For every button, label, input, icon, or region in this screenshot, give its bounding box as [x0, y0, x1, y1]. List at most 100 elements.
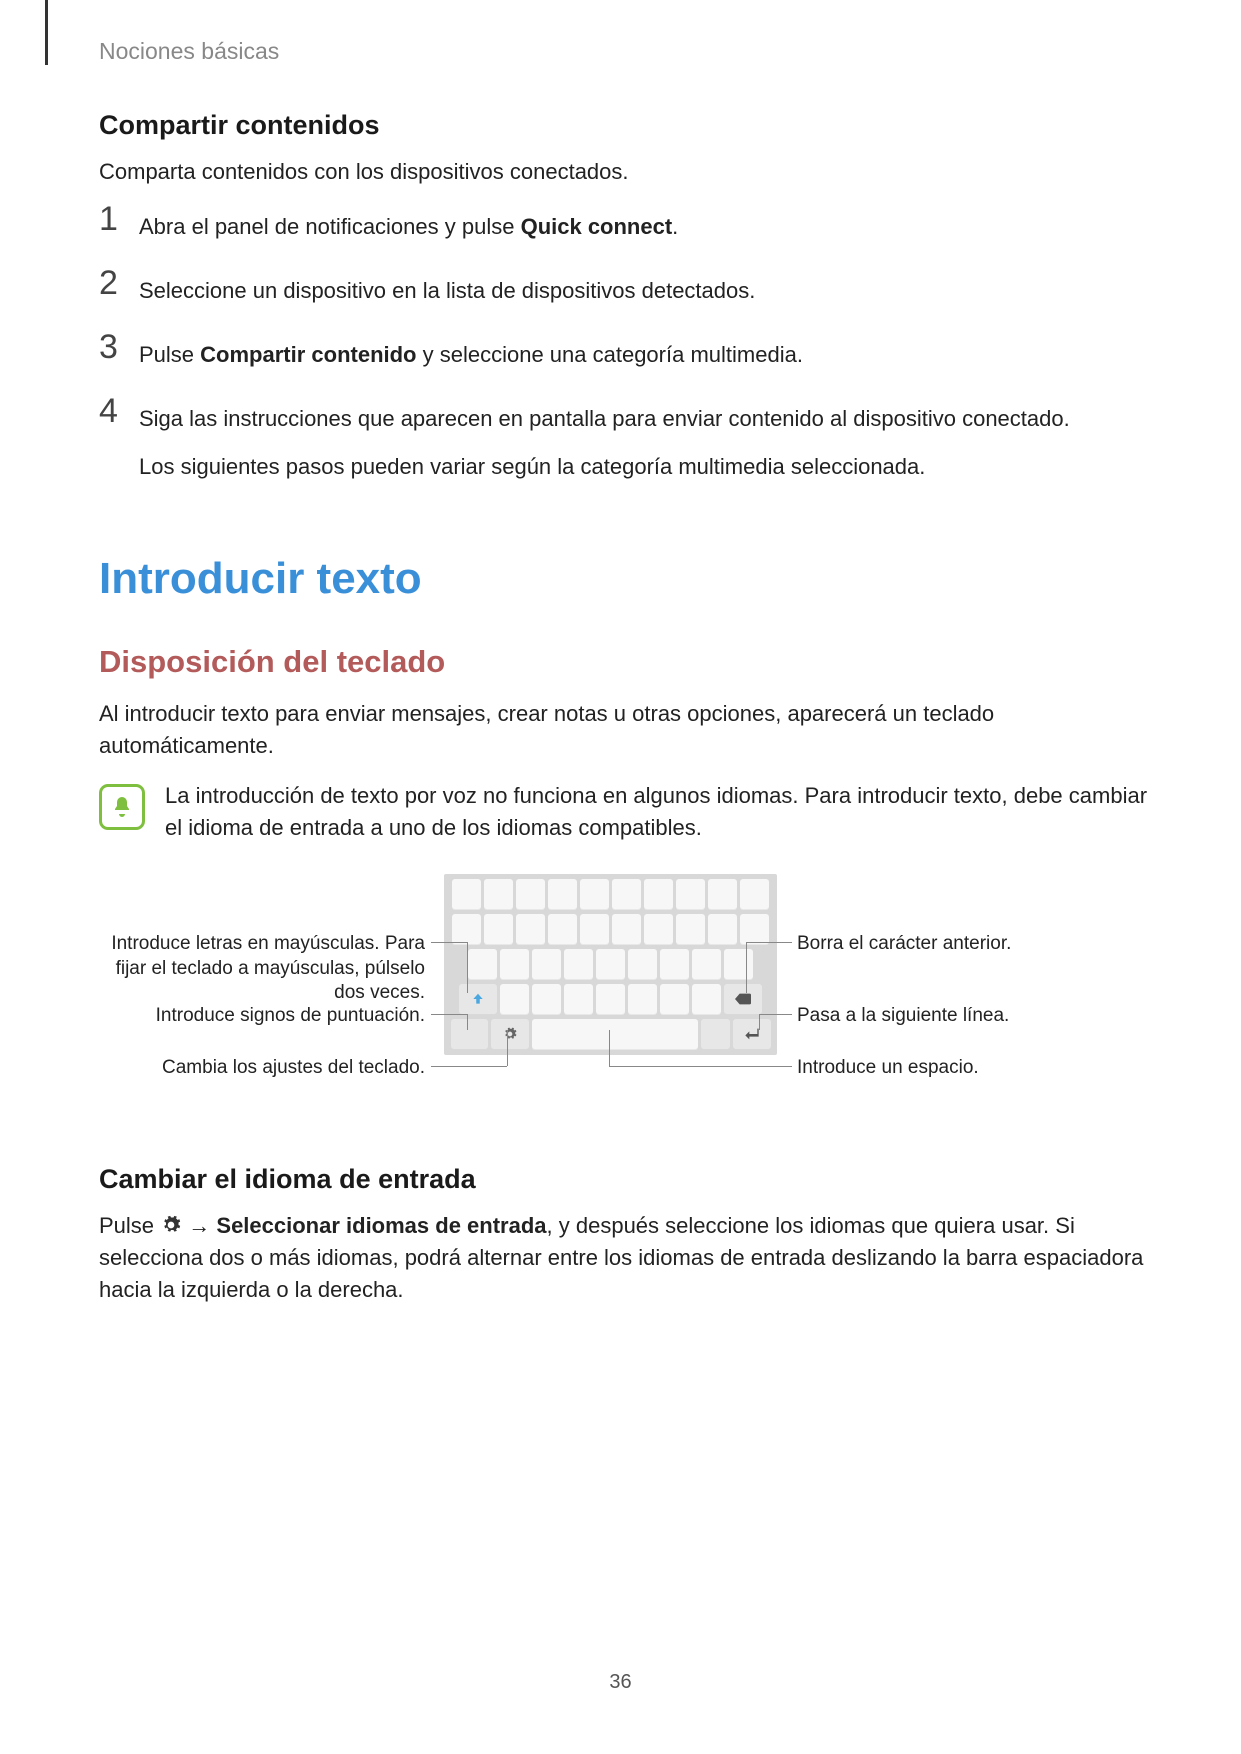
gear-icon: [503, 1027, 517, 1041]
key: [628, 984, 657, 1015]
page-number: 36: [0, 1671, 1241, 1694]
key: [516, 879, 545, 910]
key: [660, 949, 689, 980]
key-space: [532, 1019, 698, 1050]
key: [644, 879, 673, 910]
key: [676, 879, 705, 910]
key: [596, 984, 625, 1015]
key: [708, 879, 737, 910]
callout-shift: Introduce letras en mayúsculas. Para fij…: [99, 932, 425, 1006]
step-text-bold: Quick connect: [521, 214, 673, 239]
arrow-icon: →: [182, 1213, 216, 1238]
key: [612, 879, 641, 910]
key: [548, 879, 577, 910]
callout-line: [609, 1066, 792, 1067]
key: [516, 914, 545, 945]
callout-enter: Pasa a la siguiente línea.: [797, 1004, 1137, 1029]
key: [468, 949, 497, 980]
callout-line: [759, 1014, 760, 1030]
step-number: 2: [99, 264, 139, 303]
step-text-l2: Los siguientes pasos pueden variar según…: [139, 450, 1149, 484]
callout-space: Introduce un espacio.: [797, 1056, 1137, 1081]
key: [580, 914, 609, 945]
step-number: 1: [99, 200, 139, 239]
callout-line: [444, 942, 467, 943]
keyboard-row: [449, 984, 772, 1015]
key-settings: [491, 1019, 529, 1050]
callout-settings: Cambia los ajustes del teclado.: [99, 1056, 425, 1081]
callout-line: [769, 942, 792, 943]
callout-line: [431, 942, 444, 943]
keyboard-graphic: [444, 874, 777, 1055]
step-text: Abra el panel de notificaciones y pulse …: [139, 206, 1149, 244]
step-number: 4: [99, 392, 139, 431]
gear-icon: [160, 1214, 182, 1236]
keyboard-row: [449, 914, 772, 945]
key: [692, 984, 721, 1015]
key: [484, 879, 513, 910]
step-text: Siga las instrucciones que aparecen en p…: [139, 398, 1149, 484]
subsection-title-share: Compartir contenidos: [99, 110, 1149, 141]
keyboard-row: [449, 879, 772, 910]
enter-icon: [744, 1027, 760, 1041]
key: [740, 879, 769, 910]
keyboard-row: [449, 1019, 772, 1050]
key: [500, 984, 529, 1015]
callout-line: [467, 942, 468, 993]
key: [548, 914, 577, 945]
callout-backspace: Borra el carácter anterior.: [797, 932, 1137, 957]
step-text-bold: Compartir contenido: [200, 342, 416, 367]
keyboard-diagram: Introduce letras en mayúsculas. Para fij…: [99, 874, 1149, 1124]
callout-line: [467, 1014, 468, 1030]
key-enter: [733, 1019, 771, 1050]
key: [564, 984, 593, 1015]
bell-icon: [99, 784, 145, 830]
shift-icon: [471, 992, 485, 1006]
subsection-title-idioma: Cambiar el idioma de entrada: [99, 1164, 1149, 1195]
key: [484, 914, 513, 945]
key: [708, 914, 737, 945]
text-bold: Seleccionar idiomas de entrada: [216, 1213, 546, 1238]
key: [596, 949, 625, 980]
key: [692, 949, 721, 980]
teclado-intro: Al introducir texto para enviar mensajes…: [99, 698, 1149, 762]
step-text-a: Pulse: [139, 342, 200, 367]
key: [612, 914, 641, 945]
callout-line: [746, 942, 747, 993]
note-block: La introducción de texto por voz no func…: [99, 780, 1149, 844]
callout-line: [507, 1030, 508, 1066]
key-backspace: [724, 984, 762, 1015]
step-number: 3: [99, 328, 139, 367]
key: [452, 879, 481, 910]
callout-line: [431, 1014, 467, 1015]
key: [676, 914, 705, 945]
key-shift: [459, 984, 497, 1015]
key: [580, 879, 609, 910]
keyboard-row: [449, 949, 772, 980]
section-header: Nociones básicas: [99, 38, 279, 65]
key: [532, 949, 561, 980]
text-a: Pulse: [99, 1213, 160, 1238]
idioma-text: Pulse → Seleccionar idiomas de entrada, …: [99, 1210, 1149, 1306]
share-intro: Comparta contenidos con los dispositivos…: [99, 156, 1149, 188]
callout-symbols: Introduce signos de puntuación.: [99, 1004, 425, 1029]
key: [740, 914, 769, 945]
key-symbols: [451, 1019, 489, 1050]
step-text-c: y seleccione una categoría multimedia.: [417, 342, 803, 367]
key-dot: [701, 1019, 730, 1050]
step-3: 3 Pulse Compartir contenido y seleccione…: [99, 334, 1149, 372]
callout-line: [609, 1030, 610, 1066]
note-text: La introducción de texto por voz no func…: [165, 780, 1149, 844]
step-text: Seleccione un dispositivo en la lista de…: [139, 270, 1149, 308]
key: [532, 984, 561, 1015]
step-text-l1: Siga las instrucciones que aparecen en p…: [139, 402, 1149, 436]
backspace-icon: [735, 993, 751, 1005]
step-2: 2 Seleccione un dispositivo en la lista …: [99, 270, 1149, 308]
header-tab-mark: [45, 0, 48, 65]
key: [644, 914, 673, 945]
step-text-c: .: [672, 214, 678, 239]
callout-line: [746, 942, 769, 943]
step-text-a: Abra el panel de notificaciones y pulse: [139, 214, 521, 239]
key: [628, 949, 657, 980]
heading-disposicion-teclado: Disposición del teclado: [99, 644, 1149, 680]
